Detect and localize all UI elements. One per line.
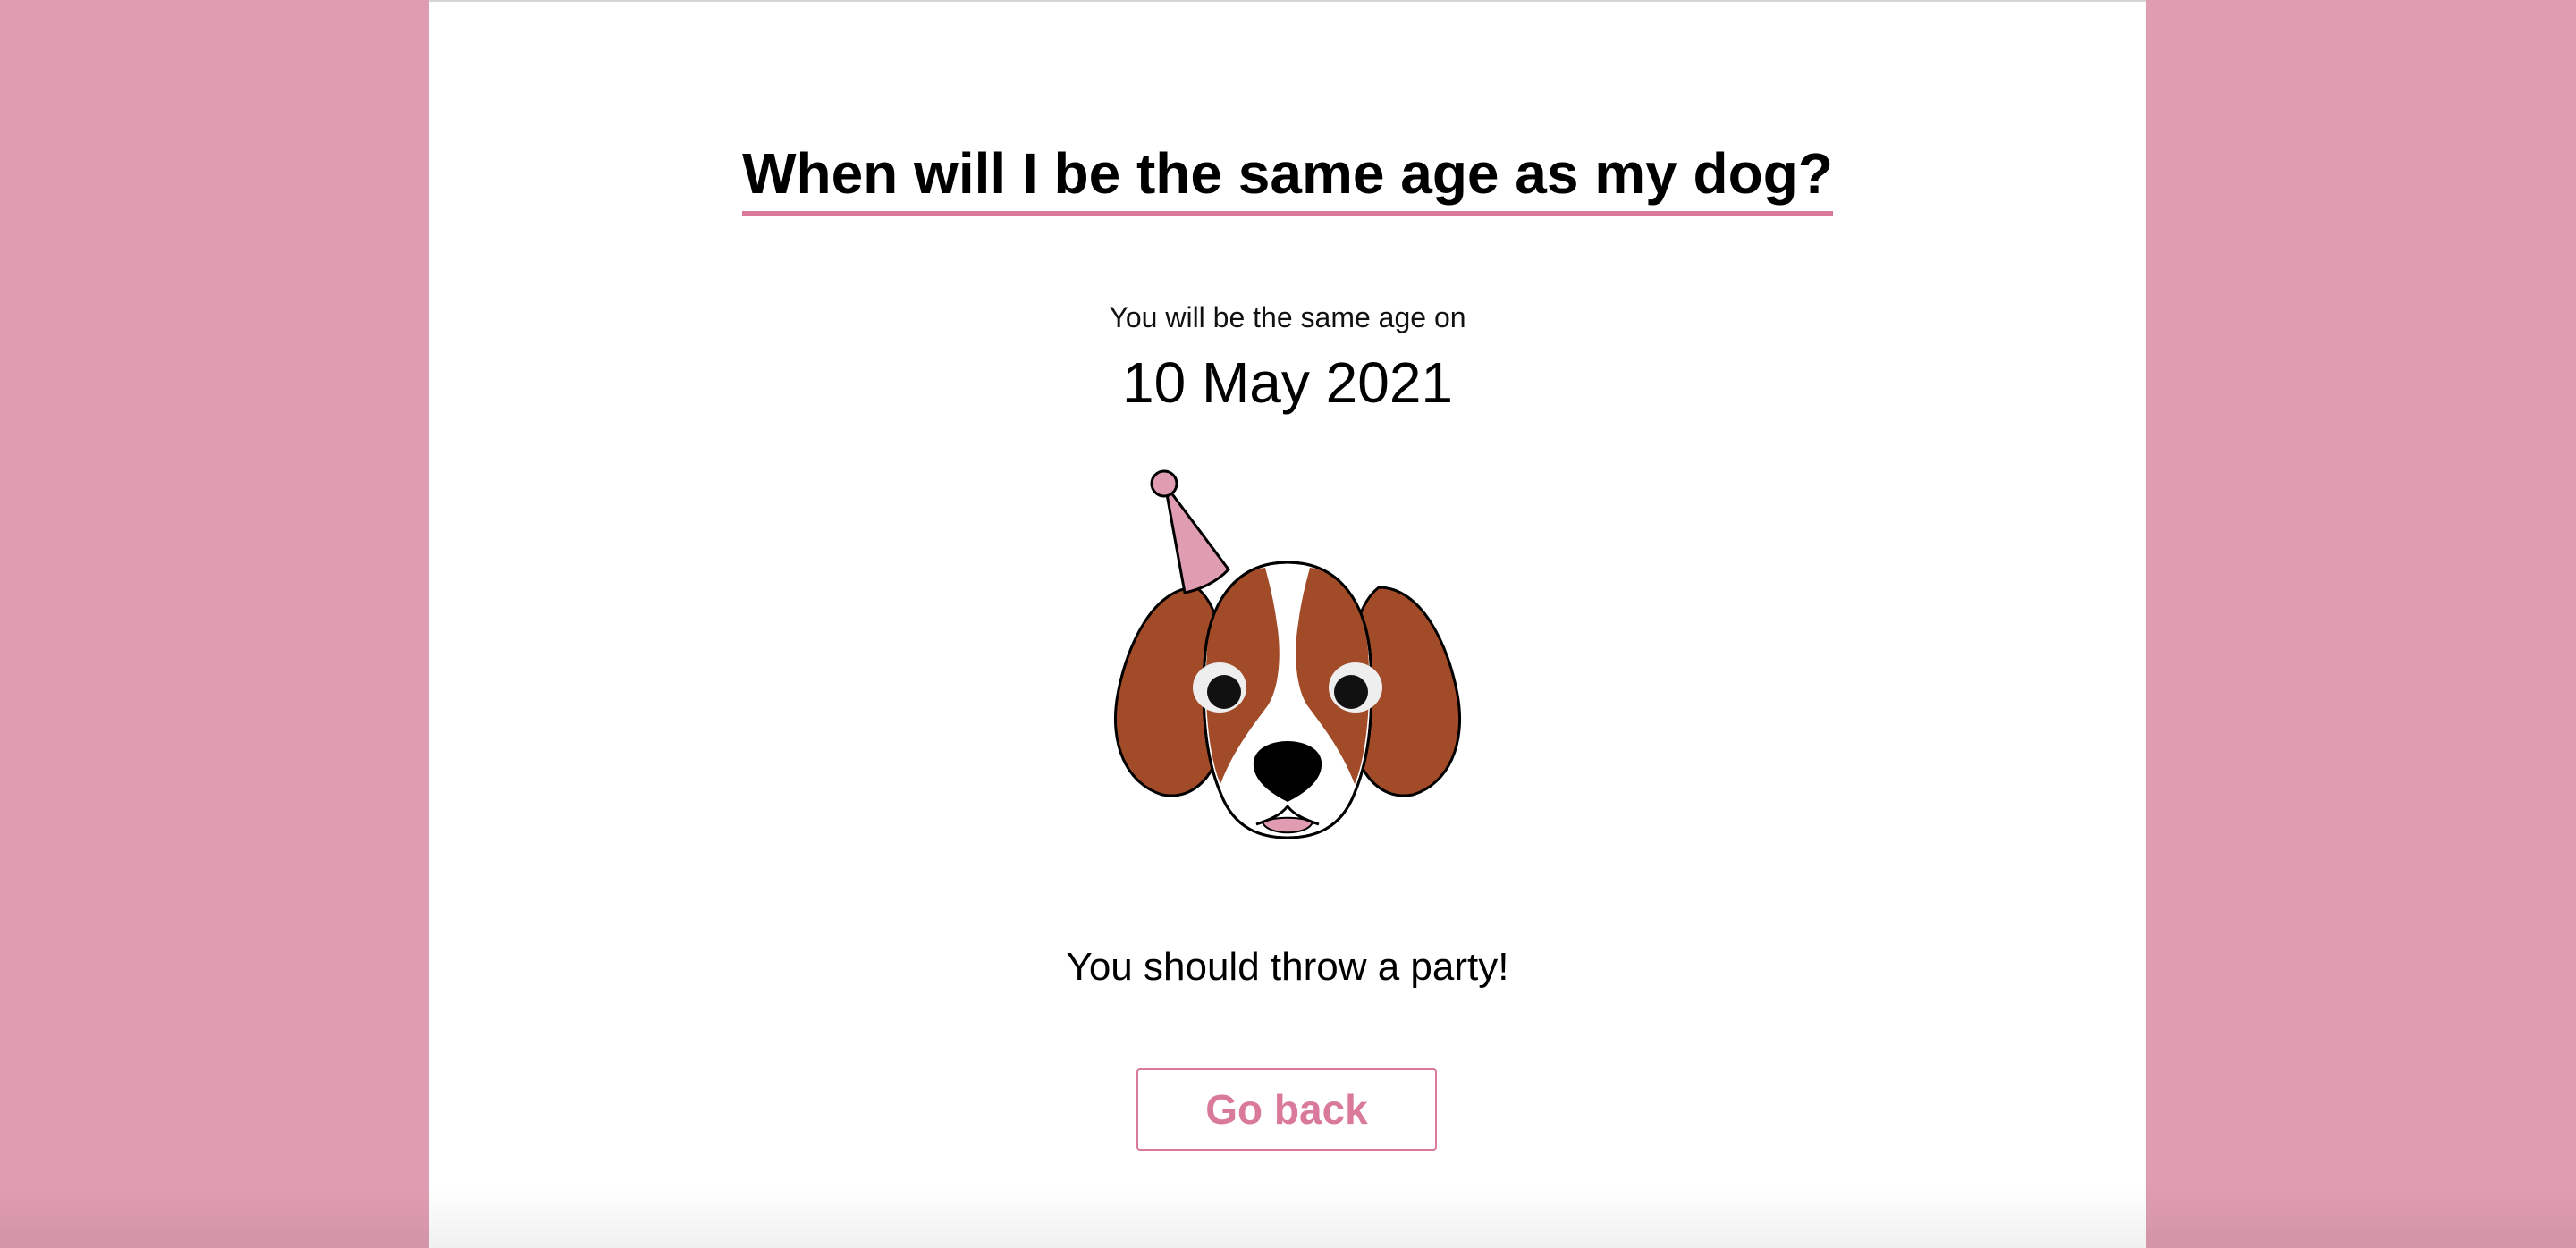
party-hat-pompom bbox=[1150, 469, 1178, 498]
main-panel: When will I be the same age as my dog? Y… bbox=[429, 0, 2146, 1248]
party-dog-icon bbox=[1113, 469, 1462, 839]
page-title-text: When will I be the same age as my dog? bbox=[742, 138, 1833, 216]
result-message: You should throw a party! bbox=[1066, 945, 1509, 989]
party-hat bbox=[1163, 484, 1230, 594]
result-intro: You will be the same age on bbox=[1109, 301, 1466, 333]
dog-right-eye bbox=[1334, 675, 1368, 709]
page: When will I be the same age as my dog? Y… bbox=[0, 0, 2576, 1248]
page-title: When will I be the same age as my dog? bbox=[429, 138, 2146, 216]
result-date: 10 May 2021 bbox=[1121, 350, 1454, 415]
dog-left-eye bbox=[1207, 675, 1241, 709]
go-back-button[interactable]: Go back bbox=[1136, 1068, 1437, 1151]
